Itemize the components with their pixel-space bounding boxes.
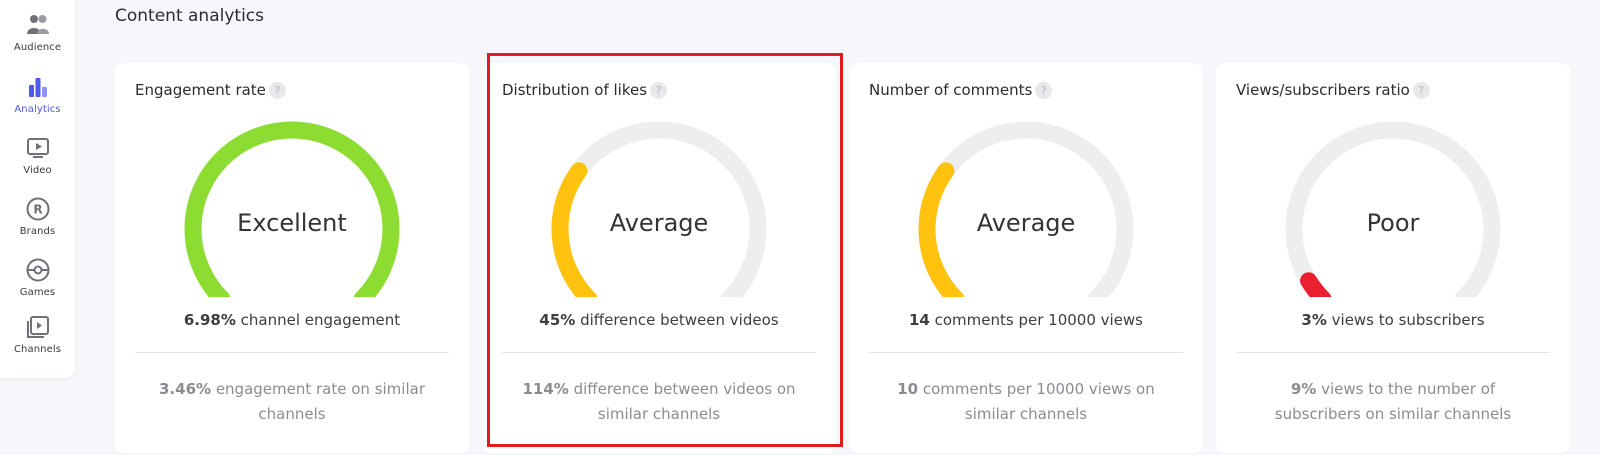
sidebar-item-label: Video (23, 165, 52, 176)
sidebar-item-channels[interactable]: Channels (0, 314, 75, 355)
card-title: Engagement rate (135, 81, 266, 99)
metric-text: difference between videos (575, 311, 779, 329)
distribution-of-likes-card: Distribution of likes ? Average 45% diff… (482, 63, 836, 453)
section-title: Content analytics (115, 6, 264, 26)
comparison-text: difference between videos on similar cha… (568, 380, 796, 423)
sidebar-item-label: Channels (13, 344, 62, 355)
comparison-value: 10 (897, 380, 919, 398)
divider (502, 352, 816, 353)
metric-value: 45% (539, 311, 576, 329)
help-icon[interactable]: ? (1035, 81, 1053, 99)
card-title: Distribution of likes (502, 81, 648, 99)
gauge (918, 121, 1134, 297)
card-title-wrap: Number of comments ? (869, 81, 1053, 99)
metric-comparison: 114% difference between videos on simila… (512, 377, 806, 427)
metric-value: 14 (908, 311, 930, 329)
comparison-value: 9% (1290, 380, 1317, 398)
video-icon (26, 138, 49, 158)
audience-icon (26, 15, 49, 34)
sidebar-item-label: Audience (13, 42, 62, 53)
brands-icon: R (26, 197, 49, 221)
metric-text: channel engagement (235, 311, 401, 329)
sidebar-item-label: Games (19, 287, 56, 298)
card-title-wrap: Distribution of likes ? (502, 81, 668, 99)
sidebar-item-label: Brands (19, 226, 56, 237)
sidebar-nav: Audience Analytics Video R Brands Games (0, 0, 75, 378)
divider (869, 352, 1183, 353)
views-subscribers-ratio-card: Views/subscribers ratio ? Poor 3% views … (1216, 63, 1570, 453)
sidebar-item-brands[interactable]: R Brands (0, 196, 75, 237)
card-title: Number of comments (869, 81, 1033, 99)
sidebar-item-games[interactable]: Games (0, 257, 75, 298)
engagement-rate-card: Engagement rate ? Excellent 6.98% channe… (115, 63, 469, 453)
divider (135, 352, 449, 353)
card-title-wrap: Engagement rate ? (135, 81, 286, 99)
gauge (551, 121, 767, 297)
metric-main: 45% difference between videos (482, 311, 836, 329)
card-title-wrap: Views/subscribers ratio ? (1236, 81, 1430, 99)
rating-label: Average (609, 209, 709, 237)
metric-comparison: 9% views to the number of subscribers on… (1246, 377, 1540, 427)
help-icon[interactable]: ? (650, 81, 668, 99)
games-icon (26, 258, 49, 282)
comparison-value: 3.46% (159, 380, 212, 398)
gauge (1285, 121, 1501, 297)
rating-label: Average (976, 209, 1076, 237)
metric-main: 14 comments per 10000 views (849, 311, 1203, 329)
channels-icon (26, 316, 49, 338)
metric-main: 3% views to subscribers (1216, 311, 1570, 329)
comparison-text: engagement rate on similar channels (211, 380, 425, 423)
metric-value: 6.98% (183, 311, 236, 329)
sidebar-item-analytics[interactable]: Analytics (0, 74, 75, 115)
metric-text: views to subscribers (1326, 311, 1485, 329)
gauge (184, 121, 400, 297)
help-icon[interactable]: ? (268, 81, 286, 99)
sidebar-item-audience[interactable]: Audience (0, 12, 75, 53)
rating-label: Poor (1366, 209, 1420, 237)
rating-label: Excellent (237, 209, 347, 237)
comparison-text: comments per 10000 views on similar chan… (918, 380, 1155, 423)
metric-comparison: 3.46% engagement rate on similar channel… (145, 377, 439, 427)
sidebar-item-video[interactable]: Video (0, 135, 75, 176)
metric-value: 3% (1301, 311, 1327, 329)
divider (1236, 352, 1550, 353)
number-of-comments-card: Number of comments ? Average 14 comments… (849, 63, 1203, 453)
svg-text:R: R (33, 203, 42, 217)
card-title: Views/subscribers ratio (1236, 81, 1410, 99)
analytics-icon (28, 78, 47, 97)
comparison-value: 114% (522, 380, 569, 398)
help-icon[interactable]: ? (1412, 81, 1430, 99)
metric-text: comments per 10000 views (929, 311, 1144, 329)
sidebar-item-label: Analytics (14, 104, 61, 115)
gauge-fill (1300, 272, 1332, 297)
metric-main: 6.98% channel engagement (115, 311, 469, 329)
metric-comparison: 10 comments per 10000 views on similar c… (879, 377, 1173, 427)
